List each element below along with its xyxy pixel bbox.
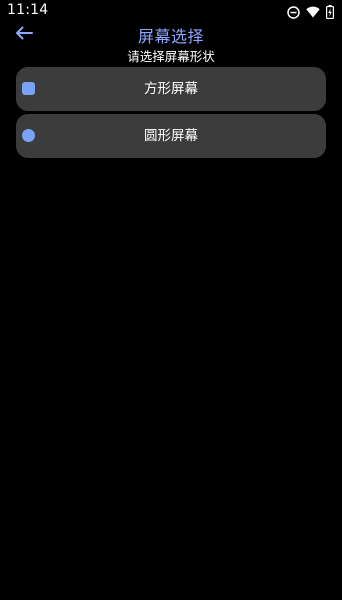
wifi-icon <box>306 6 320 18</box>
square-screen-option[interactable]: 方形屏幕 <box>16 67 326 111</box>
option-label: 圆形屏幕 <box>144 128 198 144</box>
page-subtitle: 请选择屏幕形状 <box>127 49 215 64</box>
do-not-disturb-icon <box>287 5 300 19</box>
status-time: 11:14 <box>7 2 49 18</box>
status-bar: 11:14 <box>0 0 342 24</box>
option-label: 方形屏幕 <box>144 81 198 97</box>
status-icons <box>287 4 334 20</box>
page-title: 屏幕选择 <box>137 27 204 46</box>
screen-select-page: 11:14 屏幕选择 请选择屏幕形状 方形屏幕 圆形屏幕 <box>0 0 342 600</box>
round-screen-option[interactable]: 圆形屏幕 <box>16 114 326 158</box>
battery-charging-icon <box>326 5 334 19</box>
